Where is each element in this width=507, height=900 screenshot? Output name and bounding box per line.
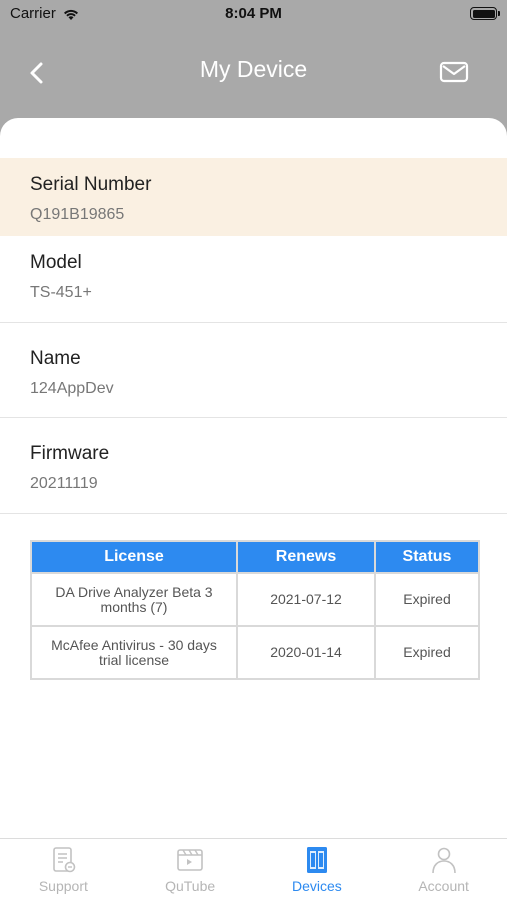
device-details-sheet: Serial Number Q191B19865 Model TS-451+ N… — [0, 118, 507, 900]
table-row: DA Drive Analyzer Beta 3 months (7) 2021… — [30, 572, 480, 627]
account-icon — [431, 847, 456, 874]
navigation-bar: My Device — [0, 40, 507, 102]
mail-icon[interactable] — [439, 60, 469, 84]
serial-number-value: Q191B19865 — [30, 206, 125, 223]
battery-icon — [470, 7, 500, 20]
renews-date-cell: 2020-01-14 — [236, 625, 376, 680]
table-row: McAfee Antivirus - 30 days trial license… — [30, 625, 480, 680]
model-field: Model TS-451+ — [0, 236, 507, 323]
tab-bar: Support QuTube Devices Account — [0, 838, 507, 900]
status-column-header: Status — [374, 540, 480, 574]
devices-icon — [306, 847, 327, 873]
model-value: TS-451+ — [30, 284, 92, 301]
license-column-header: License — [30, 540, 238, 574]
license-table: License Renews Status DA Drive Analyzer … — [30, 540, 480, 680]
tab-account[interactable]: Account — [380, 839, 507, 900]
tab-qutube-label: QuTube — [165, 878, 216, 894]
tab-devices[interactable]: Devices — [254, 839, 381, 900]
tab-support-label: Support — [38, 878, 88, 894]
page-title: My Device — [199, 56, 308, 82]
status-cell: Expired — [374, 572, 480, 627]
tab-account-label: Account — [418, 878, 469, 894]
status-bar: Carrier 8:04 PM — [0, 0, 507, 28]
qutube-icon — [177, 849, 203, 871]
status-time: 8:04 PM — [225, 5, 282, 22]
license-name-cell: DA Drive Analyzer Beta 3 months (7) — [30, 572, 238, 627]
status-cell: Expired — [374, 625, 480, 680]
model-label: Model — [30, 252, 82, 273]
serial-number-label: Serial Number — [30, 174, 152, 195]
tab-devices-label: Devices — [291, 878, 342, 894]
renews-column-header: Renews — [236, 540, 376, 574]
name-field: Name 124AppDev — [0, 323, 507, 418]
license-name-cell: McAfee Antivirus - 30 days trial license — [30, 625, 238, 680]
name-value: 124AppDev — [30, 380, 114, 397]
table-header-row: License Renews Status — [30, 540, 480, 574]
renews-date-cell: 2021-07-12 — [236, 572, 376, 627]
support-icon — [53, 847, 76, 873]
firmware-value: 20211119 — [30, 475, 98, 492]
tab-support[interactable]: Support — [0, 839, 127, 900]
name-label: Name — [30, 348, 81, 369]
firmware-field: Firmware 20211119 — [0, 418, 507, 514]
serial-number-field: Serial Number Q191B19865 — [0, 158, 507, 236]
firmware-label: Firmware — [30, 443, 110, 464]
tab-qutube[interactable]: QuTube — [127, 839, 254, 900]
